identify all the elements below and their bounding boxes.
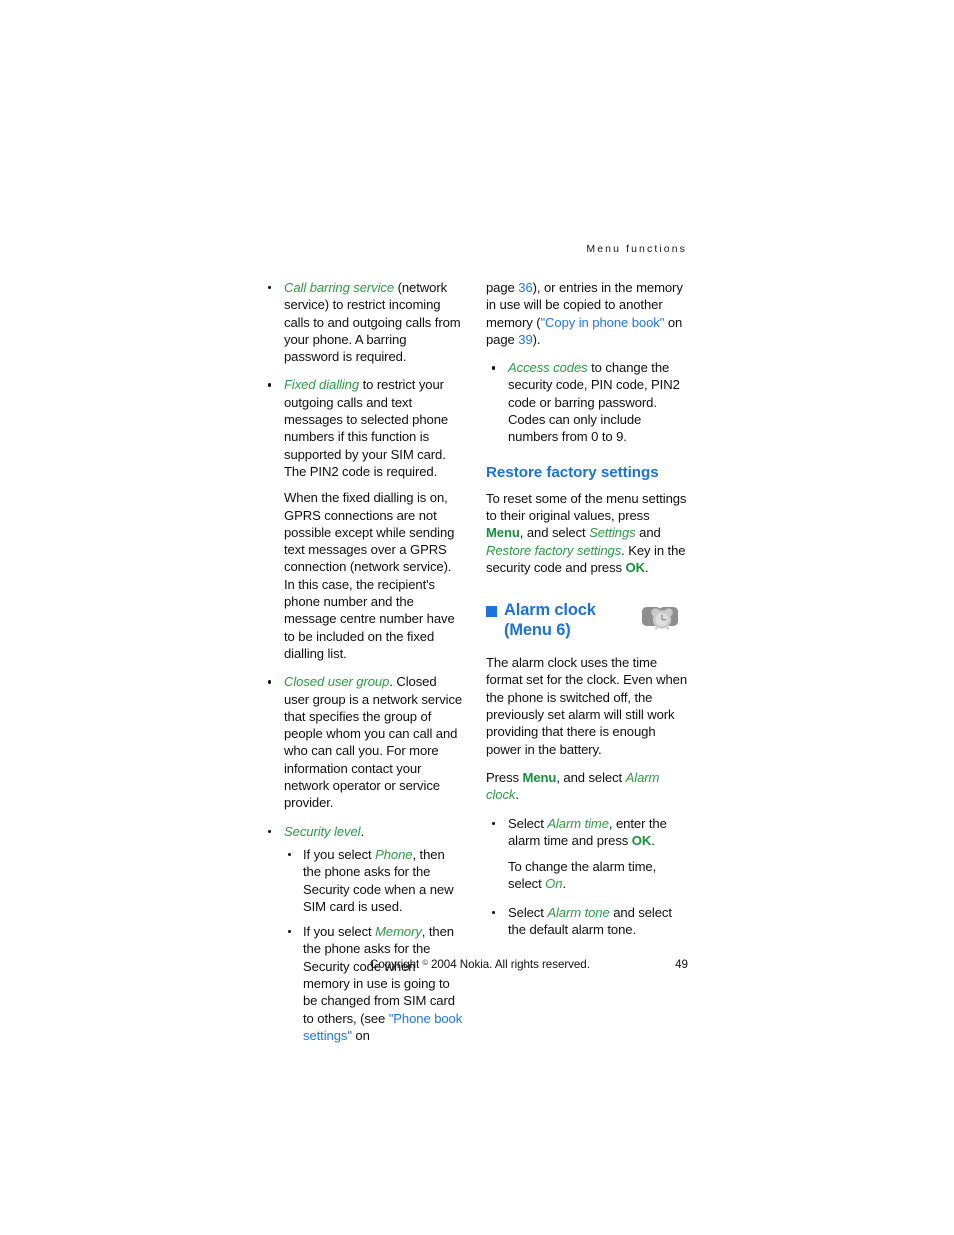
chapter-heading-block-alarm-clock: Alarm clock (Menu 6): [486, 601, 687, 645]
menu-item-name: Phone: [375, 846, 413, 862]
blue-square-bullet-icon: [486, 606, 497, 618]
menu-item-name-on: On: [545, 876, 563, 892]
bullet-dot-icon: [268, 383, 272, 387]
text-part-2: , and select: [519, 525, 590, 541]
menu-item-name: Security level: [284, 823, 361, 839]
alarm-clock-icon: [642, 607, 678, 630]
menu-item-name: Closed user group: [284, 674, 390, 690]
bullet-body-text: to restrict your outgoing calls and text…: [284, 377, 449, 479]
menu-item-name-alarm-tone: Alarm tone: [547, 904, 610, 920]
key-label-menu: Menu: [522, 769, 557, 785]
continued-paragraph-from-left-column: page 36), or entries in the memory in us…: [486, 279, 687, 348]
key-label-ok: OK: [625, 559, 646, 575]
bullet-alarm-tone: Select Alarm tone and select the default…: [486, 904, 687, 939]
bullet-security-level: Security level. If you select Phone, the…: [262, 823, 463, 1045]
text-before: Select: [508, 904, 548, 920]
bullet-body-text: . Closed user group is a network service…: [284, 674, 463, 811]
subbullet-security-level-memory: If you select Memory, then the phone ask…: [284, 923, 463, 1044]
copyright-prefix: Copyright: [370, 958, 423, 971]
text-before: Select: [508, 815, 548, 831]
bullet-body-text: .: [360, 823, 365, 839]
menu-item-name: Memory: [375, 924, 422, 940]
restore-factory-settings-paragraph: To reset some of the menu settings to th…: [486, 490, 687, 576]
text-part-1: To reset some of the menu settings to th…: [486, 490, 687, 523]
text-part-5: .: [644, 559, 649, 575]
bullet-dot-icon: [492, 821, 496, 825]
text-part-2: , and select: [556, 769, 626, 785]
link-line-1: "Copy in: [540, 314, 589, 330]
alarm-clock-intro-paragraph: The alarm clock uses the time format set…: [486, 655, 688, 757]
text-before: To change the alarm time, select: [508, 859, 657, 892]
menu-item-name-settings: Settings: [589, 525, 636, 541]
bullet-dot-icon: [492, 366, 496, 370]
chapter-heading-line-1: Alarm clock: [504, 601, 596, 620]
left-column: Call barring service (network service) t…: [262, 279, 463, 1044]
section-heading-restore-factory-settings: Restore factory settings: [486, 463, 659, 481]
bullet-dot-icon: [268, 286, 272, 290]
page-number: 49: [675, 958, 688, 971]
bullet-closed-user-group: Closed user group. Closed user group is …: [262, 673, 463, 811]
bullet-fixed-dialling: Fixed dialling to restrict your outgoing…: [262, 376, 463, 662]
cross-reference-link-copy-in-phone-book[interactable]: "Copy in phone book": [540, 315, 664, 330]
running-header: Menu functions: [586, 243, 687, 255]
alarm-clock-steps-list: Select Alarm time, enter the alarm time …: [486, 815, 687, 939]
access-codes-list: Access codes to change the security code…: [486, 359, 687, 445]
bullet-dot-icon: [492, 910, 496, 915]
menu-item-name-restore-factory-settings: Restore factory settings: [486, 542, 622, 558]
subbullet-text-tail: on: [351, 1027, 370, 1043]
bullet-dot-icon: [268, 829, 272, 833]
text-before-page-link: page: [486, 280, 519, 295]
menu-item-name-alarm-time: Alarm time: [547, 815, 609, 831]
subbullet-text-before: If you select: [303, 846, 376, 862]
subbullet-text-before: If you select: [303, 924, 376, 940]
key-label-menu: Menu: [486, 525, 520, 541]
subbullet-security-level-phone: If you select Phone, then the phone asks…: [284, 846, 463, 915]
page-content: Menu functions Call barring service (net…: [262, 243, 688, 1044]
fixed-dialling-continuation: When the fixed dialling is on, GPRS conn…: [284, 490, 455, 661]
alarm-clock-press-menu-paragraph: Press Menu, and select Alarm clock.: [486, 769, 687, 804]
text-part-1: Press: [486, 769, 523, 785]
security-level-sublist: If you select Phone, then the phone asks…: [284, 846, 463, 1044]
bullet-alarm-time: Select Alarm time, enter the alarm time …: [486, 815, 687, 893]
page-reference-link-36[interactable]: 36: [518, 280, 532, 295]
alarm-time-continuation: To change the alarm time, select On.: [508, 858, 687, 893]
key-label-ok: OK: [631, 832, 652, 848]
right-column: page 36), or entries in the memory in us…: [486, 279, 687, 938]
two-column-layout: Call barring service (network service) t…: [262, 279, 688, 1044]
bullet-call-barring-service: Call barring service (network service) t…: [262, 279, 463, 365]
menu-item-name: Fixed dialling: [284, 377, 360, 393]
text-tail: ).: [532, 331, 541, 347]
menu-item-name: Call barring service: [284, 280, 395, 295]
bullet-dot-icon: [288, 852, 292, 857]
copyright-notice: Copyright © 2004 Nokia. All rights reser…: [262, 955, 590, 972]
bullet-dot-icon: [288, 930, 292, 934]
bullet-dot-icon: [268, 680, 272, 684]
security-settings-list: Call barring service (network service) t…: [262, 279, 463, 1044]
menu-item-name: Access codes: [508, 360, 588, 376]
bullet-access-codes: Access codes to change the security code…: [486, 359, 687, 445]
page-footer: Copyright © 2004 Nokia. All rights reser…: [262, 955, 688, 972]
text-after: .: [562, 876, 566, 892]
text-part-3: .: [515, 787, 519, 803]
copyright-suffix: 2004 Nokia. All rights reserved.: [427, 958, 590, 971]
link-line-2: phone book": [592, 314, 665, 330]
page-reference-link-39[interactable]: 39: [518, 332, 532, 347]
text-part-3: and: [635, 525, 661, 541]
text-after: .: [651, 832, 655, 848]
